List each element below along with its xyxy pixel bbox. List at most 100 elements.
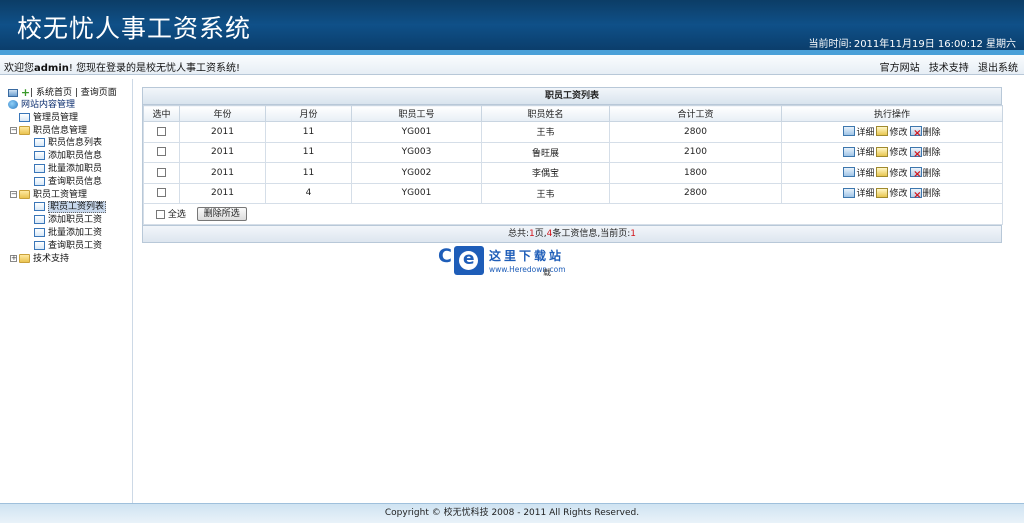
- link-system-home[interactable]: 系统首页: [36, 88, 72, 98]
- detail-button[interactable]: 详细: [843, 186, 874, 199]
- sidebar-item-1[interactable]: 管理员管理: [0, 112, 133, 125]
- nav-tree: 网站内容管理 管理员管理 − 职员信息管理 职员信息列表 添加职员信息 批量添加职员 查询职员…: [0, 99, 133, 265]
- watermark-site-name: 这里下载站: [489, 249, 565, 263]
- sidebar: +| 系统首页 | 查询页面 网站内容管理 管理员管理 − 职员信息管理 职员信息列表添…: [0, 79, 133, 503]
- detail-button[interactable]: 详细: [843, 145, 874, 158]
- current-user: admin: [34, 63, 69, 74]
- cell-employee-name: 王韦: [481, 121, 610, 143]
- link-tech-support[interactable]: 技术支持: [929, 63, 969, 74]
- sidebar-item-7[interactable]: − 职员工资管理: [0, 189, 133, 202]
- pager-current-label: 条工资信息,当前页:: [552, 229, 631, 239]
- delete-button-label: 删除: [922, 189, 941, 199]
- cell-employee-id: YG001: [351, 121, 482, 143]
- cell-actions: 详细 修改 删除: [781, 182, 1003, 204]
- row-checkbox[interactable]: [157, 188, 166, 198]
- link-query-page[interactable]: 查询页面: [81, 88, 117, 98]
- sidebar-item-label: 查询职员工资: [48, 240, 103, 251]
- detail-button-label: 详细: [856, 168, 875, 179]
- cell-year: 2011: [179, 121, 266, 143]
- expand-icon[interactable]: +: [10, 254, 17, 262]
- table-header-row: 选中 年份 月份 职员工号 职员姓名 合计工资 执行操作: [143, 105, 1003, 122]
- cell-year: 2011: [179, 182, 266, 204]
- clock: 当前时间: 2011年11月19日 16:00:12 星期六: [806, 35, 1016, 50]
- col-employee-name: 职员姓名: [481, 105, 610, 122]
- salary-table: 选中 年份 月份 职员工号 职员姓名 合计工资 执行操作 2011 11 YG001…: [143, 105, 1003, 225]
- detail-icon: [843, 126, 856, 136]
- cell-select: [143, 162, 180, 184]
- edit-icon: [876, 126, 889, 136]
- edit-button[interactable]: 修改: [876, 125, 908, 138]
- sidebar-item-label: 查询职员信息: [48, 176, 103, 187]
- watermark-tail: 载: [543, 268, 551, 277]
- row-checkbox[interactable]: [157, 167, 166, 177]
- delete-icon: [909, 187, 922, 201]
- col-year: 年份: [179, 105, 266, 122]
- sidebar-item-label: 职员信息列表: [48, 138, 103, 149]
- sidebar-item-label: 批量添加职员: [48, 163, 103, 174]
- page-icon: [34, 215, 45, 225]
- cell-total-salary: 2800: [609, 182, 782, 204]
- delete-selected-button[interactable]: 删除所选: [196, 207, 247, 222]
- page-icon: [34, 151, 45, 161]
- delete-icon: [909, 126, 922, 139]
- sidebar-item-0[interactable]: 网站内容管理: [0, 99, 133, 112]
- watermark-letter: C: [438, 245, 452, 267]
- copyright: Copyright © 校无忧科技 2008 - 2011 All Rights…: [384, 508, 640, 518]
- sidebar-item-3[interactable]: 职员信息列表: [0, 137, 133, 150]
- collapse-icon[interactable]: −: [10, 126, 17, 134]
- cell-employee-id: YG002: [351, 162, 482, 184]
- delete-icon: [909, 167, 922, 180]
- col-actions: 执行操作: [781, 105, 1003, 122]
- col-total-salary: 合计工资: [609, 105, 782, 122]
- welcome-suffix: ! 您现在登录的是校无忧人事工资系统!: [68, 63, 241, 74]
- delete-button[interactable]: 删除: [909, 166, 941, 180]
- sidebar-item-6[interactable]: 查询职员信息: [0, 176, 133, 189]
- sidebar-item-4[interactable]: 添加职员信息: [0, 150, 133, 163]
- cell-employee-name: 李偶宝: [481, 162, 610, 184]
- delete-button-label: 删除: [922, 168, 941, 179]
- row-checkbox[interactable]: [157, 147, 166, 157]
- edit-button[interactable]: 修改: [876, 145, 908, 158]
- sidebar-item-label: 批量添加工资: [48, 227, 103, 238]
- bulk-actions-row: 全选 删除所选: [143, 203, 1003, 225]
- sidebar-item-11[interactable]: 查询职员工资: [0, 240, 133, 253]
- detail-button[interactable]: 详细: [843, 125, 874, 138]
- welcome-message: 欢迎您admin! 您现在登录的是校无忧人事工资系统!: [4, 59, 240, 74]
- page-icon: [34, 240, 45, 250]
- page-icon: [19, 112, 30, 122]
- sidebar-item-9[interactable]: 添加职员工资: [0, 214, 133, 227]
- sidebar-item-5[interactable]: 批量添加职员: [0, 163, 133, 176]
- sidebar-item-10[interactable]: 批量添加工资: [0, 227, 133, 240]
- cell-employee-id: YG003: [351, 141, 482, 163]
- add-icon: +: [20, 86, 31, 99]
- sidebar-item-12[interactable]: + 技术支持: [0, 253, 133, 266]
- delete-button[interactable]: 删除: [909, 145, 941, 160]
- page-icon: [34, 202, 45, 212]
- collapse-icon[interactable]: −: [10, 190, 17, 198]
- table-row: 201111YG003鲁旺展2100 详细 修改 删除: [143, 141, 1003, 163]
- row-checkbox[interactable]: [157, 126, 166, 136]
- edit-button[interactable]: 修改: [876, 186, 908, 199]
- sidebar-item-label: 添加职员信息: [48, 151, 103, 162]
- edit-button-label: 修改: [889, 168, 908, 179]
- cell-month: 4: [265, 182, 352, 204]
- delete-button[interactable]: 删除: [909, 125, 941, 139]
- link-logout[interactable]: 退出系统: [978, 63, 1018, 74]
- sidebar-item-2[interactable]: − 职员信息管理: [0, 125, 133, 138]
- table-row: 201111YG001王韦2800 详细 修改 删除: [143, 121, 1003, 143]
- sidebar-item-label: 职员信息管理: [33, 125, 88, 136]
- edit-icon: [876, 167, 889, 177]
- cell-select: [143, 121, 180, 143]
- delete-button[interactable]: 删除: [909, 186, 941, 201]
- pager-current-page: 1: [630, 229, 637, 239]
- select-all-checkbox[interactable]: [156, 209, 165, 219]
- folder-icon: [19, 253, 30, 263]
- sidebar-item-8[interactable]: 职员工资列表: [0, 201, 133, 214]
- main-content: 职员工资列表 选中 年份 月份 职员工号 职员姓名 合计工资 执行操作 2011…: [142, 87, 1003, 243]
- cell-select: [143, 182, 180, 204]
- clock-value: 2011年11月19日 16:00:12 星期六: [853, 39, 1016, 50]
- pager-pages-label: 页,: [534, 229, 547, 239]
- edit-button[interactable]: 修改: [876, 166, 908, 179]
- link-official-site[interactable]: 官方网站: [880, 63, 920, 74]
- detail-button[interactable]: 详细: [843, 166, 874, 179]
